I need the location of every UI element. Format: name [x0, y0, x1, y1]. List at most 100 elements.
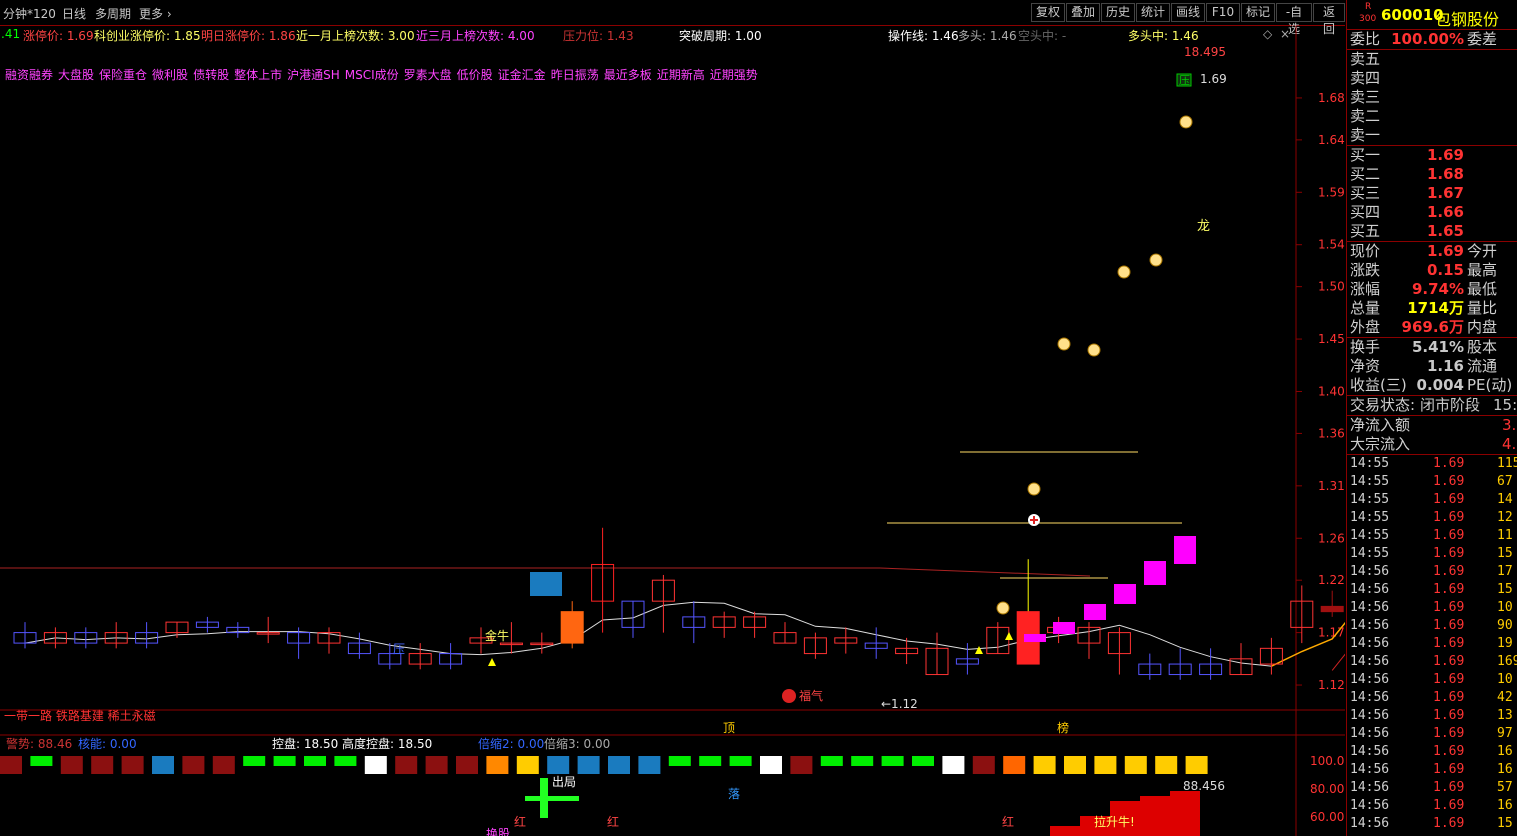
quote-info: 现价 1.69 今开 涨跌 0.15 最高 涨幅 9.74% 最低 总量 1714万 量比 外盘 969.…	[1347, 242, 1517, 337]
quote-row: 收益(三) 0.004 PE(动)	[1350, 376, 1513, 394]
indicator-cell	[547, 756, 570, 774]
quote-row: 净资 1.16 流通	[1350, 357, 1498, 375]
press-tag-label: 压	[1179, 74, 1190, 87]
remove-watchlist-button[interactable]: -自选	[1276, 3, 1312, 36]
bang-label: 榜	[1057, 720, 1069, 735]
tick-row: 14:56 1.69 19	[1350, 636, 1513, 651]
bid-row: 买四 1.66	[1350, 203, 1464, 221]
indicator-cell	[425, 756, 448, 774]
quote-row: 换手 5.41% 股本	[1350, 338, 1498, 356]
tick-row: 14:56 1.69 15	[1350, 582, 1513, 597]
indicator-cell	[820, 756, 843, 766]
tick-row: 14:56 1.69 16	[1350, 744, 1513, 759]
ask-row: 卖三	[1350, 88, 1381, 106]
r-badge: R	[1365, 2, 1372, 12]
up-arrow-icon	[488, 658, 496, 666]
ding-label: 顶	[723, 721, 735, 735]
bid-row: 买三 1.67	[1350, 184, 1464, 202]
indicator-cell	[972, 756, 995, 774]
period-selector[interactable]: 分钟*120	[3, 5, 56, 22]
indicator-cell	[699, 756, 722, 766]
indicator-mult2: 倍缩2: 0.00	[478, 736, 544, 751]
red-volume-block	[1170, 791, 1200, 836]
indicator-mult3: 倍缩3: 0.00	[544, 736, 610, 751]
money-bag-icon	[1087, 343, 1101, 357]
y-tick-label: 1.59	[1318, 185, 1345, 199]
indicator-cell	[608, 756, 630, 774]
indicator-ctrl: 控盘: 18.50	[272, 736, 338, 751]
gold-bull-label: 金牛	[485, 628, 509, 643]
overlay-button[interactable]: 叠加	[1066, 3, 1100, 22]
tick-list[interactable]: 14:551.69115 14:551.6967 14:551.6914 14:551…	[1347, 455, 1517, 833]
price-axis: 1.68 1.64 1.59 1.54 1.50 1.45 1.40 1.36 1.31 1.26…	[1296, 91, 1345, 692]
statistics-button[interactable]: 统计	[1136, 3, 1170, 22]
indicator-cell	[790, 756, 813, 774]
y-tick-label: 1.64	[1318, 133, 1345, 147]
indicator-bars	[0, 756, 1208, 836]
ind-tick-label: 60.00	[1310, 810, 1344, 824]
indicator-cell	[182, 756, 205, 774]
quote-panel: R 300 600010 包钢股份 委比 100.00% 委差 卖五 卖四 卖三 卖二…	[1346, 0, 1517, 836]
indicator-cell	[942, 756, 965, 774]
f10-button[interactable]: F10	[1206, 3, 1240, 22]
ind-tick-label: 100.0	[1310, 754, 1344, 768]
mark-button[interactable]: 标记	[1241, 3, 1275, 22]
quote-info-2: 换手 5.41% 股本 净资 1.16 流通 收益(三) 0.004 PE(动)	[1347, 338, 1517, 395]
ask-row: 卖四	[1350, 69, 1381, 87]
bid-row: 买一 1.69	[1350, 146, 1464, 164]
candle-body	[560, 611, 584, 644]
magenta-step	[1174, 536, 1196, 564]
y-tick-label: 1.54	[1318, 238, 1345, 252]
moving-averages	[24, 601, 1345, 671]
magenta-step	[1084, 604, 1106, 620]
indicator-cell	[30, 756, 53, 766]
stock-name: 包钢股份	[1435, 10, 1500, 29]
trade-state-row: 交易状态: 闭市阶段 15:0	[1350, 396, 1517, 414]
daily-button[interactable]: 日线	[62, 5, 86, 22]
tick-row: 14:56 1.69 10	[1350, 672, 1513, 687]
indicator-cell	[668, 756, 691, 766]
candle-body	[1320, 605, 1344, 613]
tick-row: 14:56 1.69 90	[1350, 618, 1513, 633]
fuquan-button[interactable]: 复权	[1031, 3, 1065, 22]
indicator-cell	[60, 756, 83, 774]
red-label-3: 红	[1002, 814, 1014, 829]
quote-row: 涨幅 9.74% 最低	[1350, 280, 1498, 298]
indicator-cell	[0, 756, 22, 774]
red-label-1: 红	[514, 814, 526, 829]
magenta-step	[1024, 634, 1046, 642]
y-tick-label: 1.40	[1318, 384, 1345, 398]
y-tick-label: 1.45	[1318, 332, 1345, 346]
indicator-cell	[364, 756, 387, 774]
indicator-cell	[577, 756, 600, 774]
more-button[interactable]: 更多 ›	[139, 5, 172, 22]
indicator-value: 88.456	[1183, 779, 1225, 793]
tick-row: 14:55 1.69 14	[1350, 492, 1513, 507]
kline-chart[interactable]: 1.68 1.64 1.59 1.54 1.50 1.45 1.40 1.36 1.31 1.26…	[0, 26, 1345, 836]
tick-row: 14:56 1.69 10	[1350, 600, 1513, 615]
tick-row: 14:551.69115	[1350, 456, 1517, 471]
chart-overlays	[488, 73, 1196, 703]
indicator-cell	[638, 756, 661, 774]
fortune-label: 福气	[799, 688, 823, 703]
draw-line-button[interactable]: 画线	[1171, 3, 1205, 22]
tick-row: 14:56 1.69 57	[1350, 780, 1513, 795]
history-button[interactable]: 历史	[1101, 3, 1135, 22]
y-tick-label: 1.31	[1318, 479, 1345, 493]
green-cross-bar	[525, 796, 579, 801]
multi-period-button[interactable]: 多周期	[95, 5, 131, 22]
fall-label: 落	[728, 787, 740, 801]
indicator-cell	[760, 756, 782, 774]
ind-tick-label: 80.00	[1310, 782, 1344, 796]
money-bag-icon	[1117, 265, 1131, 279]
tick-row: 14:55 1.69 12	[1350, 510, 1513, 525]
indicator-cell	[516, 756, 539, 774]
ask-row: 卖一	[1350, 126, 1381, 144]
back-button[interactable]: 返回	[1313, 3, 1345, 36]
indicator-name1: 警势: 88.46	[6, 736, 72, 751]
exit-label: 出局	[552, 775, 576, 789]
ask-row: 卖五	[1350, 50, 1381, 68]
chevron-right-icon: ›	[166, 7, 172, 21]
indicator-cell	[851, 756, 874, 766]
guide-lines	[0, 451, 1182, 579]
